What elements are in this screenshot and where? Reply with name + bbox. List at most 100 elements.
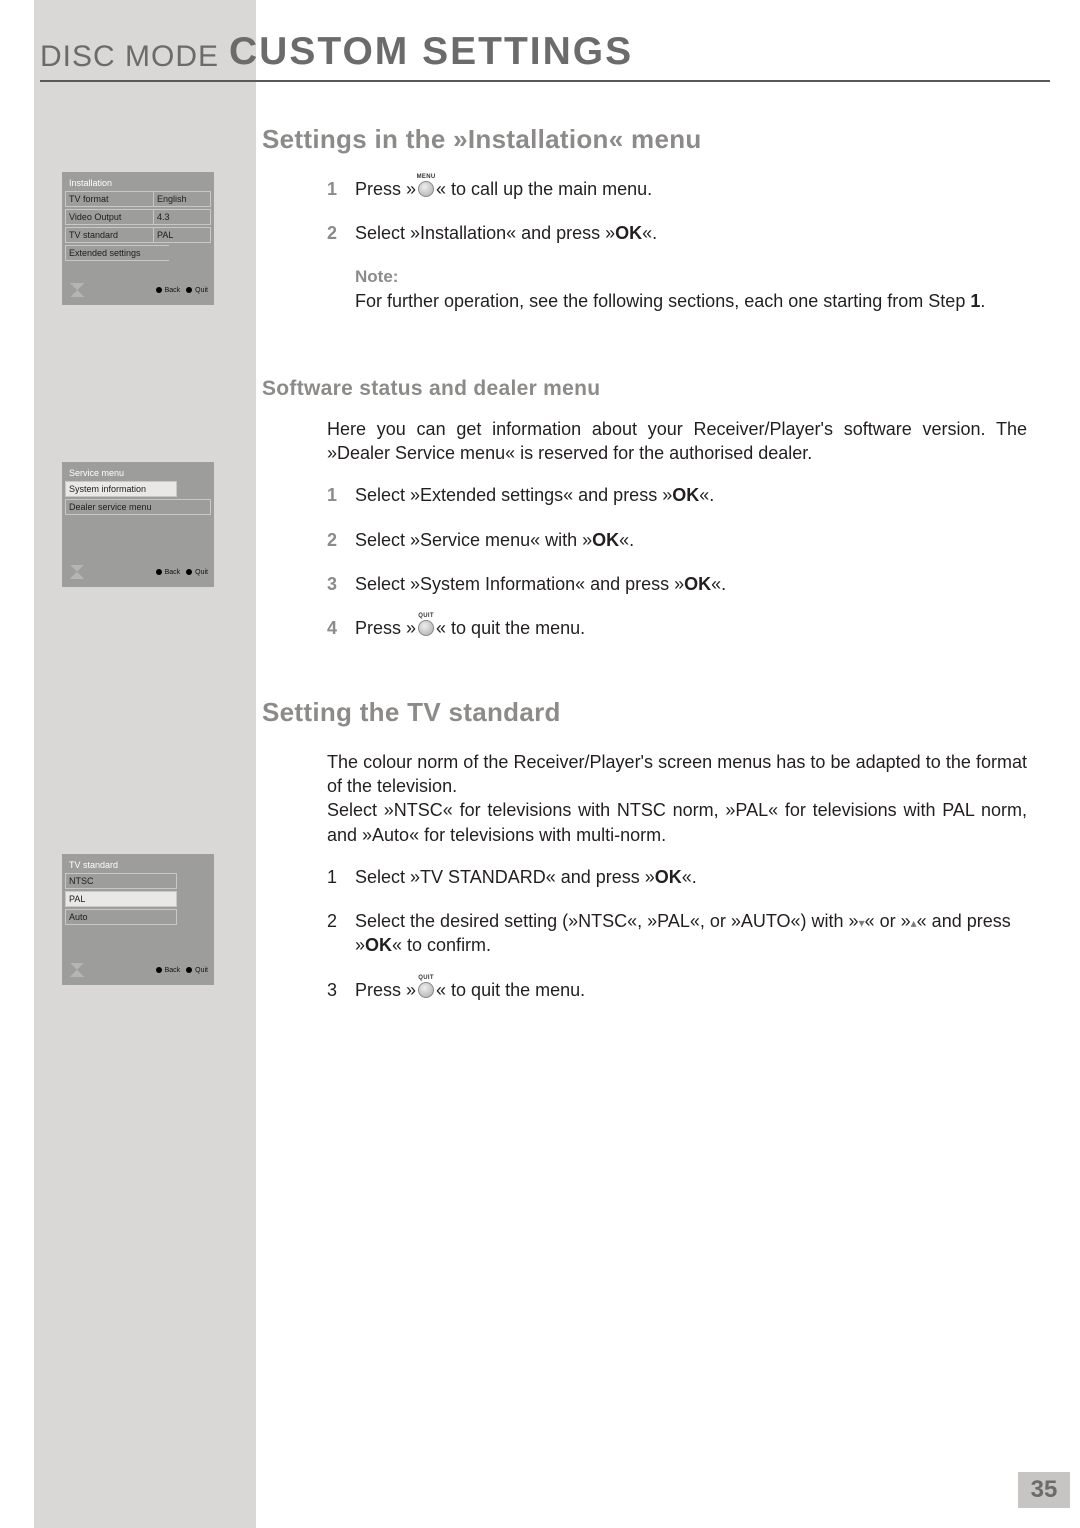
row-system-information-label: System information: [65, 481, 177, 497]
note-label: Note:: [355, 266, 1027, 289]
note-step-1: 1: [970, 291, 980, 311]
ss-step-3-body: Select »System Information« and press »O…: [355, 572, 1027, 596]
ts3-pre: Press »: [355, 980, 416, 1000]
panel-installation-title: Installation: [65, 175, 211, 191]
ss-step-3-num: 3: [327, 572, 355, 596]
footer-back: Back: [156, 569, 181, 576]
ts-step-3-body: Press »QUIT« to quit the menu.: [355, 978, 1027, 1002]
ss-step-4: 4 Press »QUIT« to quit the menu.: [327, 616, 1027, 640]
header-prefix: DISC MODE: [40, 40, 219, 74]
panel-service-footer: Back Quit: [65, 565, 211, 579]
panel-installation-footer: Back Quit: [65, 283, 211, 297]
row-pal-label: PAL: [65, 891, 177, 907]
step-1-post: « to call up the main menu.: [436, 179, 652, 199]
row-tv-format-label: TV format: [65, 191, 153, 207]
dpad-icon: [68, 963, 86, 977]
quit-button-icon: QUIT: [418, 620, 434, 636]
ss-step-2-num: 2: [327, 528, 355, 552]
row-pal: PAL: [65, 891, 211, 907]
note-row: Note: For further operation, see the fol…: [327, 266, 1027, 313]
ts-step-2-body: Select the desired setting (»NTSC«, »PAL…: [355, 909, 1027, 958]
ts-step-1-num: 1: [327, 865, 355, 889]
ts-step-1: 1 Select »TV STANDARD« and press »OK«.: [327, 865, 1027, 889]
ts-step-2: 2 Select the desired setting (»NTSC«, »P…: [327, 909, 1027, 958]
step-1-number: 1: [327, 177, 355, 201]
ts2-c: « to confirm.: [392, 935, 491, 955]
panel-tv-standard: TV standard NTSC PAL Auto Back Quit: [62, 854, 214, 985]
row-tv-format-value: English: [153, 191, 211, 207]
quit-button-caption: QUIT: [418, 974, 434, 982]
note-text-a: For further operation, see the following…: [355, 291, 970, 311]
row-extended-settings-label: Extended settings: [65, 245, 169, 261]
step-2-number: 2: [327, 221, 355, 245]
ts-step-1-body: Select »TV STANDARD« and press »OK«.: [355, 865, 1027, 889]
footer-quit-label: Quit: [195, 569, 208, 576]
quit-button-caption: QUIT: [418, 612, 434, 620]
ss2-a: Select »Service menu« with »: [355, 530, 592, 550]
ok-label: OK: [592, 530, 619, 550]
steps-installation: 1 Press »MENU« to call up the main menu.…: [327, 177, 1027, 313]
ts1-a: Select »TV STANDARD« and press »: [355, 867, 655, 887]
quit-button-icon: QUIT: [418, 982, 434, 998]
ss-step-2-body: Select »Service menu« with »OK«.: [355, 528, 1027, 552]
step-1-pre: Press »: [355, 179, 416, 199]
panel-installation: Installation TV format English Video Out…: [62, 172, 214, 305]
ss3-b: «.: [711, 574, 726, 594]
row-dealer-service-menu: Dealer service menu: [65, 499, 211, 515]
ss-step-4-body: Press »QUIT« to quit the menu.: [355, 616, 1027, 640]
ok-label: OK: [684, 574, 711, 594]
row-system-information: System information: [65, 481, 211, 497]
row-auto: Auto: [65, 909, 211, 925]
dpad-icon: [68, 283, 86, 297]
ok-label: OK: [615, 223, 642, 243]
tvstd-intro-a: The colour norm of the Receiver/Player's…: [327, 750, 1027, 799]
ok-label: OK: [655, 867, 682, 887]
ss-step-1-body: Select »Extended settings« and press »OK…: [355, 483, 1027, 507]
footer-back-label: Back: [165, 287, 181, 294]
page-header: DISC MODE CUSTOM SETTINGS: [40, 30, 1050, 82]
dpad-icon: [68, 565, 86, 579]
ok-label: OK: [672, 485, 699, 505]
row-tv-standard-value: PAL: [153, 227, 211, 243]
heading-software-status: Software status and dealer menu: [262, 377, 1032, 401]
footer-quit: Quit: [186, 569, 208, 576]
panel-tvstd-footer: Back Quit: [65, 963, 211, 977]
page-number: 35: [1031, 1476, 1058, 1504]
ss-step-2: 2 Select »Service menu« with »OK«.: [327, 528, 1027, 552]
row-dealer-service-label: Dealer service menu: [65, 499, 211, 515]
footer-quit-label: Quit: [195, 967, 208, 974]
row-auto-label: Auto: [65, 909, 177, 925]
heading-tv-standard: Setting the TV standard: [262, 697, 1032, 728]
footer-quit: Quit: [186, 967, 208, 974]
ts1-b: «.: [682, 867, 697, 887]
footer-back: Back: [156, 287, 181, 294]
ts2-a: Select the desired setting (»NTSC«, »PAL…: [355, 911, 859, 931]
ts-step-3: 3 Press »QUIT« to quit the menu.: [327, 978, 1027, 1002]
row-ntsc-label: NTSC: [65, 873, 177, 889]
step-2: 2 Select »Installation« and press »OK«.: [327, 221, 1027, 245]
ss3-a: Select »System Information« and press »: [355, 574, 684, 594]
heading-installation-menu: Settings in the »Installation« menu: [262, 124, 1032, 155]
row-ntsc: NTSC: [65, 873, 211, 889]
ss2-b: «.: [619, 530, 634, 550]
step-1-body: Press »MENU« to call up the main menu.: [355, 177, 1027, 201]
note-body: Note: For further operation, see the fol…: [355, 266, 1027, 313]
ts3-post: « to quit the menu.: [436, 980, 585, 1000]
software-status-intro: Here you can get information about your …: [327, 417, 1027, 466]
ss-step-1-num: 1: [327, 483, 355, 507]
footer-back: Back: [156, 967, 181, 974]
ss4-post: « to quit the menu.: [436, 618, 585, 638]
ss-step-3: 3 Select »System Information« and press …: [327, 572, 1027, 596]
row-video-output: Video Output 4.3: [65, 209, 211, 225]
row-tv-standard: TV standard PAL: [65, 227, 211, 243]
note-text-c: .: [980, 291, 985, 311]
row-tv-format: TV format English: [65, 191, 211, 207]
footer-back-label: Back: [165, 569, 181, 576]
panel-service-menu: Service menu System information Dealer s…: [62, 462, 214, 587]
panel-tvstd-title: TV standard: [65, 857, 211, 873]
steps-tv-standard: 1 Select »TV STANDARD« and press »OK«. 2…: [327, 865, 1027, 1002]
note-spacer: [327, 266, 355, 313]
header-title: CUSTOM SETTINGS: [229, 30, 633, 74]
page-number-box: 35: [1018, 1472, 1070, 1508]
footer-quit: Quit: [186, 287, 208, 294]
